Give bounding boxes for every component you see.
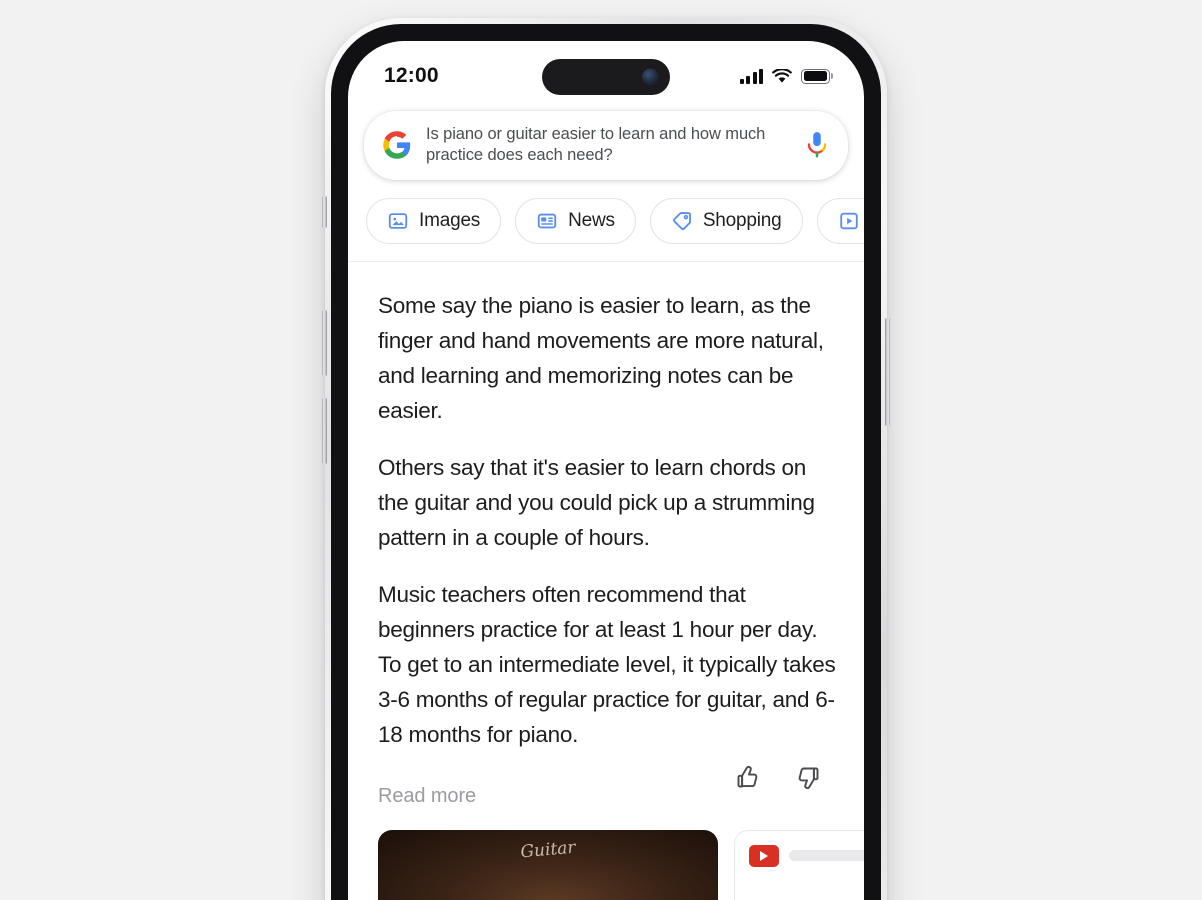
volume-up-button[interactable] <box>322 310 327 376</box>
video-result-card[interactable] <box>734 829 864 900</box>
image-icon <box>388 213 408 229</box>
wifi-icon <box>772 68 792 83</box>
power-button[interactable] <box>885 318 890 426</box>
phone-bezel: 12:00 Is piano or guitar easier to learn… <box>331 24 881 900</box>
search-bar[interactable]: Is piano or guitar easier to learn and h… <box>364 111 848 180</box>
phone-device-mockup: 12:00 Is piano or guitar easier to learn… <box>322 18 890 900</box>
tag-icon <box>672 211 691 230</box>
chip-videos[interactable]: Videos <box>816 197 864 244</box>
video-play-icon <box>839 212 858 230</box>
read-more-row: Read more <box>348 785 864 808</box>
chip-label: Shopping <box>702 209 782 231</box>
card-title-placeholder <box>789 849 864 861</box>
battery-full-icon <box>801 68 830 84</box>
read-more-link[interactable]: Read more <box>378 785 476 807</box>
phone-screen: 12:00 Is piano or guitar easier to learn… <box>348 41 864 900</box>
answer-paragraph: Some say the piano is easier to learn, a… <box>378 292 824 423</box>
chip-images[interactable]: Images <box>366 197 502 244</box>
news-icon <box>537 213 557 229</box>
chip-shopping[interactable]: Shopping <box>649 197 803 244</box>
action-button[interactable] <box>322 196 327 228</box>
thumbs-down-icon[interactable] <box>795 764 822 791</box>
search-filter-chips[interactable]: Images News Shopping <box>348 180 864 261</box>
search-bar-container: Is piano or guitar easier to learn and h… <box>348 103 864 180</box>
status-bar: 12:00 <box>348 41 864 103</box>
source-cards-row: Guitar <box>348 808 864 900</box>
status-clock: 12:00 <box>384 64 439 87</box>
google-logo <box>383 131 411 160</box>
dynamic-island <box>542 59 670 95</box>
search-query-text[interactable]: Is piano or guitar easier to learn and h… <box>426 124 790 167</box>
front-camera-icon <box>642 68 659 86</box>
answer-paragraph: Music teachers often recommend that begi… <box>378 581 836 747</box>
volume-down-button[interactable] <box>322 398 327 464</box>
chip-label: News <box>568 209 615 231</box>
chip-news[interactable]: News <box>515 197 636 244</box>
status-indicators <box>739 61 830 84</box>
youtube-icon <box>749 844 779 867</box>
ai-answer-block: Some say the piano is easier to learn, a… <box>348 262 864 752</box>
image-result-card[interactable]: Guitar <box>378 829 718 900</box>
google-mic-icon[interactable] <box>804 130 830 160</box>
answer-paragraph: Others say that it's easier to learn cho… <box>378 454 815 550</box>
screenshot-canvas: 12:00 Is piano or guitar easier to learn… <box>0 0 1202 900</box>
thumbs-up-icon[interactable] <box>734 764 761 791</box>
chip-label: Images <box>419 209 481 231</box>
cellular-signal-icon <box>739 68 763 84</box>
card-image-caption: Guitar <box>519 837 577 863</box>
